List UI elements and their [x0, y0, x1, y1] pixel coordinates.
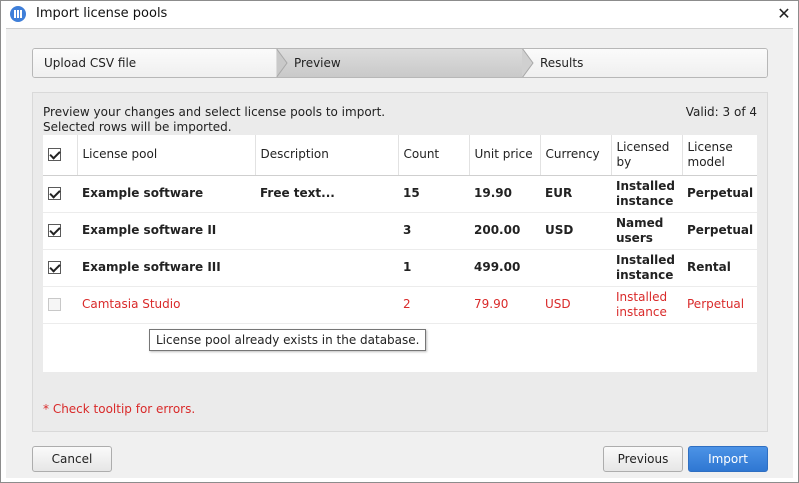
column-header-license-pool[interactable]: License pool — [77, 135, 256, 176]
app-logo-icon — [10, 6, 26, 22]
step-results[interactable]: Results — [523, 49, 767, 77]
cell-licensed-by: Installed instance — [611, 286, 682, 324]
table-row[interactable]: Example software II 3 200.00 USD Named users… — [43, 212, 757, 250]
column-header-license-model[interactable]: License model — [682, 135, 757, 176]
select-all-checkbox[interactable] — [48, 148, 61, 162]
wizard-steps: Upload CSV file Preview Results — [32, 48, 768, 78]
row-checkbox[interactable] — [48, 187, 61, 200]
row-select-cell — [43, 175, 77, 213]
cell-license-pool: Example software III — [77, 249, 255, 287]
cancel-button[interactable]: Cancel — [32, 446, 112, 472]
cell-count: 2 — [398, 286, 469, 324]
preview-panel: Preview your changes and select license … — [32, 92, 768, 432]
step-separator-icon — [522, 49, 534, 77]
error-note: * Check tooltip for errors. — [43, 402, 196, 416]
header-select-cell — [43, 135, 78, 176]
dialog-title: Import license pools — [36, 6, 168, 21]
step-upload-csv[interactable]: Upload CSV file — [33, 49, 277, 77]
table-row[interactable]: Camtasia Studio 2 79.90 USD Installed instan… — [43, 286, 757, 324]
cell-unit-price: 79.90 — [469, 286, 540, 324]
cell-description: Free text... — [255, 175, 398, 213]
cell-currency: USD — [540, 212, 611, 250]
cell-description — [255, 212, 398, 250]
step-separator-icon — [276, 49, 288, 77]
row-checkbox[interactable] — [48, 224, 61, 237]
cell-count: 3 — [398, 212, 469, 250]
dialog-body: Upload CSV file Preview Results Preview … — [6, 28, 793, 478]
cell-license-model: Perpetual — [682, 175, 757, 213]
cell-unit-price: 19.90 — [469, 175, 540, 213]
column-header-licensed-by[interactable]: Licensed by — [611, 135, 683, 176]
cell-license-pool: Example software II — [77, 212, 255, 250]
row-checkbox — [48, 298, 61, 311]
cell-licensed-by: Named users — [611, 212, 682, 250]
column-header-count[interactable]: Count — [398, 135, 470, 176]
cell-licensed-by: Installed instance — [611, 249, 682, 287]
cell-license-pool: Example software — [77, 175, 255, 213]
row-select-cell — [43, 286, 77, 324]
instructions-line-1: Preview your changes and select license … — [43, 105, 386, 119]
close-icon[interactable]: ✕ — [775, 5, 793, 23]
table-row[interactable]: Example software III 1 499.00 Installed ins… — [43, 249, 757, 287]
row-select-cell — [43, 249, 77, 287]
import-button[interactable]: Import — [688, 446, 768, 472]
cell-count: 1 — [398, 249, 469, 287]
previous-button[interactable]: Previous — [603, 446, 683, 472]
title-bar: Import license pools ✕ — [1, 1, 798, 28]
cell-description — [255, 286, 398, 324]
valid-count: Valid: 3 of 4 — [685, 105, 757, 119]
cell-unit-price: 499.00 — [469, 249, 540, 287]
cell-license-pool: Camtasia Studio — [77, 286, 255, 324]
cell-count: 15 — [398, 175, 469, 213]
import-dialog: Import license pools ✕ Upload CSV file P… — [0, 0, 799, 483]
cell-currency: USD — [540, 286, 611, 324]
column-header-currency[interactable]: Currency — [540, 135, 612, 176]
cell-description — [255, 249, 398, 287]
cell-license-model: Rental — [682, 249, 757, 287]
row-select-cell — [43, 212, 77, 250]
cell-licensed-by: Installed instance — [611, 175, 682, 213]
step-preview[interactable]: Preview — [277, 49, 523, 77]
cell-license-model: Perpetual — [682, 286, 757, 324]
cell-license-model: Perpetual — [682, 212, 757, 250]
column-header-description[interactable]: Description — [255, 135, 399, 176]
instructions-line-2: Selected rows will be imported. — [43, 120, 232, 134]
cell-unit-price: 200.00 — [469, 212, 540, 250]
table-row[interactable]: Example software Free text... 15 19.90 EUR In… — [43, 175, 757, 213]
table-header-row: License pool Description Count Unit pric… — [43, 135, 757, 176]
column-header-unit-price[interactable]: Unit price — [469, 135, 541, 176]
cell-currency: EUR — [540, 175, 611, 213]
error-tooltip: License pool already exists in the datab… — [149, 329, 427, 351]
preview-instructions: Preview your changes and select license … — [43, 105, 385, 135]
cell-currency — [540, 249, 611, 287]
row-checkbox[interactable] — [48, 261, 61, 274]
